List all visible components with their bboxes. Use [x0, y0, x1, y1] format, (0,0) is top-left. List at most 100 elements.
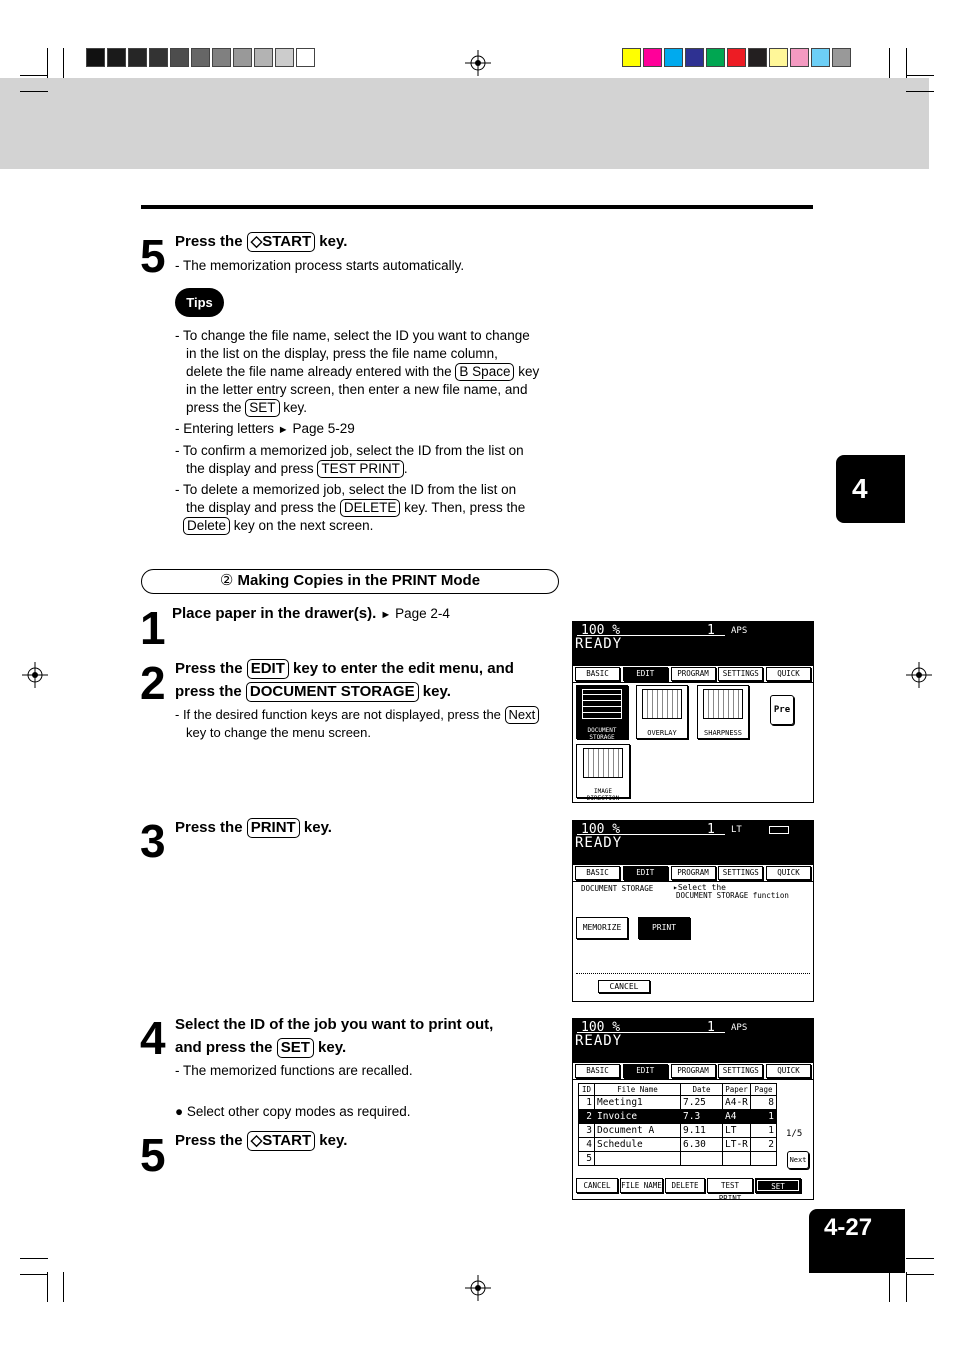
tab-basic[interactable]: BASIC	[575, 667, 620, 681]
tab-edit[interactable]: EDIT	[622, 1064, 668, 1078]
action-buttons: CANCEL FILE NAME DELETE TEST PRINT SET	[576, 1178, 803, 1199]
line: and press the SET key.	[175, 1036, 493, 1059]
color-swatch	[86, 48, 105, 67]
column-header: Page	[750, 1083, 777, 1096]
print-button[interactable]: PRINT	[638, 917, 690, 939]
text: key on the next screen.	[230, 518, 374, 533]
color-swatch	[233, 48, 252, 67]
crop-mark	[20, 1274, 48, 1275]
test-print-button[interactable]: TEST PRINT	[707, 1178, 753, 1199]
tip-line: - Entering letters ► Page 5-29	[175, 420, 565, 439]
crop-mark	[889, 1272, 890, 1302]
tab-settings[interactable]: SETTINGS	[718, 1064, 764, 1078]
paper-size: LT	[731, 825, 742, 835]
text: key	[514, 364, 540, 379]
color-swatches	[622, 48, 853, 67]
document-storage-key: DOCUMENT STORAGE	[245, 682, 419, 702]
color-swatch	[254, 48, 273, 67]
delete-key: Delete	[183, 517, 231, 535]
tab-edit[interactable]: EDIT	[622, 866, 668, 880]
cancel-button[interactable]: CANCEL	[598, 980, 650, 993]
sharpness-button[interactable]: SHARPNESS	[697, 685, 749, 739]
tile-label: Pre	[773, 705, 791, 715]
table-cell: 2	[750, 1137, 777, 1152]
color-swatch	[275, 48, 294, 67]
tab-quick[interactable]: QUICK	[766, 1064, 811, 1078]
crop-mark	[47, 48, 48, 78]
tab-edit[interactable]: EDIT	[622, 667, 668, 681]
line: Press the EDIT key to enter the edit men…	[175, 657, 514, 680]
set-button[interactable]: SET	[755, 1178, 801, 1193]
menu-tabs: BASIC EDIT PROGRAM SETTINGS QUICK	[573, 1063, 813, 1080]
color-swatch	[643, 48, 662, 67]
memorize-button[interactable]: MEMORIZE	[576, 917, 628, 939]
text: Page 5-29	[288, 421, 355, 436]
crop-mark	[906, 1274, 934, 1275]
start-key: ◇START	[246, 232, 316, 252]
hint-text: DOCUMENT STORAGE function	[676, 891, 789, 900]
crop-mark	[906, 91, 934, 92]
step-number: 1	[140, 602, 166, 654]
table-cell: LT-R	[722, 1137, 751, 1152]
next-button[interactable]: Next	[787, 1151, 809, 1169]
text: Place paper in the drawer(s).	[172, 605, 377, 622]
display-screen-document-storage: 100 % 1 LT READY BASIC EDIT PROGRAM SETT…	[572, 820, 814, 1002]
color-swatch	[727, 48, 746, 67]
tab-settings[interactable]: SETTINGS	[718, 866, 764, 880]
cancel-button[interactable]: CANCEL	[576, 1178, 618, 1193]
tab-basic[interactable]: BASIC	[575, 1064, 620, 1078]
text: press the	[186, 400, 246, 415]
tab-settings[interactable]: SETTINGS	[718, 667, 764, 681]
color-swatch	[128, 48, 147, 67]
tip-line: the display and press the DELETE key. Th…	[175, 499, 565, 517]
table-row-selected[interactable]: 2 Invoice 7.3 A4 1	[578, 1109, 777, 1124]
tab-quick[interactable]: QUICK	[766, 866, 811, 880]
storage-icon	[582, 689, 622, 719]
start-key: ◇START	[246, 1131, 316, 1151]
overlay-button[interactable]: OVERLAY	[636, 685, 688, 739]
delete-button[interactable]: DELETE	[665, 1178, 705, 1193]
text: - Entering letters	[175, 421, 278, 436]
step-heading: Press the EDIT key to enter the edit men…	[175, 657, 514, 703]
step-heading: Press the PRINT key.	[175, 816, 332, 839]
table-cell	[750, 1151, 777, 1166]
status-text: READY	[575, 636, 623, 652]
paper-icon	[769, 826, 789, 834]
tips-badge: Tips	[175, 288, 224, 317]
text: Press the	[175, 233, 247, 250]
table-row[interactable]: 5	[578, 1151, 777, 1166]
copy-count: 1	[707, 623, 715, 638]
text: the display and press the	[186, 500, 340, 515]
tip-line: Delete key on the next screen.	[175, 517, 565, 535]
table-cell: 9.11	[680, 1123, 723, 1138]
table-row[interactable]: 3 Document A 9.11 LT 1	[578, 1123, 777, 1138]
bspace-key: B Space	[455, 363, 515, 381]
screen-label: DOCUMENT STORAGE	[581, 884, 654, 893]
overlay-icon	[642, 689, 682, 719]
text: the display and press	[186, 461, 318, 476]
copy-count: 1	[707, 1020, 715, 1035]
prev-button[interactable]: Pre	[770, 695, 794, 725]
tab-program[interactable]: PROGRAM	[670, 866, 716, 880]
step-note: - The memorization process starts automa…	[175, 258, 465, 273]
image-direction-button[interactable]: IMAGE DIRECTION	[576, 744, 630, 802]
display-screen-edit-menu: 100 % 1 APS READY BASIC EDIT PROGRAM SET…	[572, 621, 814, 803]
table-cell: 1	[750, 1109, 777, 1124]
tab-program[interactable]: PROGRAM	[670, 1064, 716, 1078]
color-swatch	[212, 48, 231, 67]
print-key: PRINT	[246, 818, 300, 838]
table-cell: 6.30	[680, 1137, 723, 1152]
table-row[interactable]: 1 Meeting1 7.25 A4-R 8	[578, 1095, 777, 1110]
table-cell	[680, 1151, 723, 1166]
tab-basic[interactable]: BASIC	[575, 866, 620, 880]
color-swatch	[107, 48, 126, 67]
circled-number: ②	[219, 572, 234, 589]
copy-count: 1	[707, 822, 715, 837]
tile-label: SHARPNESS	[704, 729, 742, 737]
table-row[interactable]: 4 Schedule 6.30 LT-R 2	[578, 1137, 777, 1152]
document-storage-button[interactable]: DOCUMENT STORAGE	[576, 685, 628, 741]
tab-quick[interactable]: QUICK	[766, 667, 811, 681]
delete-key: DELETE	[339, 499, 401, 517]
tab-program[interactable]: PROGRAM	[670, 667, 716, 681]
file-name-button[interactable]: FILE NAME	[620, 1178, 663, 1193]
